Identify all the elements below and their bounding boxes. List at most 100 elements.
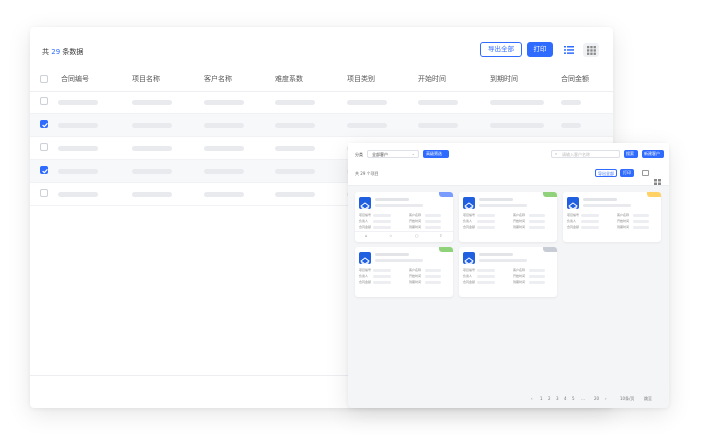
row-checkbox[interactable] [40, 143, 48, 151]
filter-select-value: 全部客户 [372, 152, 388, 157]
status-badge [439, 247, 453, 252]
pager-page[interactable]: 4 [564, 396, 567, 401]
cell-placeholder [561, 100, 581, 105]
table-row[interactable] [30, 114, 613, 137]
select-all-checkbox[interactable] [40, 75, 48, 83]
cell-placeholder [490, 123, 544, 128]
share-icon[interactable]: ⇪ [439, 233, 442, 238]
pager-page[interactable]: 3 [556, 396, 559, 401]
card-print-button[interactable]: 打印 [620, 169, 634, 177]
grid-view-icon[interactable] [654, 170, 661, 185]
card-print-label: 打印 [623, 170, 631, 175]
advanced-filter-button[interactable]: 高级筛选 [423, 150, 449, 158]
field-value-placeholder [529, 226, 545, 229]
cell-placeholder [132, 146, 172, 151]
page-size-select[interactable]: 10条/页 [620, 396, 634, 402]
column-header[interactable]: 项目名称 [132, 74, 160, 84]
field-value-placeholder [581, 226, 599, 229]
row-checkbox[interactable] [40, 97, 48, 105]
cell-placeholder [347, 100, 387, 105]
field-value-placeholder [529, 214, 545, 217]
card-subtitle-placeholder [479, 204, 527, 207]
card-subtitle-placeholder [375, 204, 423, 207]
card-export-label: 导出全部 [598, 171, 614, 176]
field-label: 项目编号 [359, 213, 372, 217]
pager-prev[interactable]: ‹ [531, 396, 533, 401]
check-icon [42, 168, 48, 174]
row-checkbox[interactable] [40, 120, 48, 128]
cell-placeholder [204, 100, 244, 105]
pager-page[interactable]: 20 [594, 396, 599, 401]
cell-placeholder [275, 100, 315, 105]
field-value-placeholder [633, 214, 649, 217]
field-label: 开始时间 [513, 219, 526, 223]
column-header[interactable]: 难度系数 [275, 74, 303, 84]
project-card[interactable]: 项目编号 客户名称 负责人 开始时间 合同金额 到期时间 [459, 247, 557, 297]
field-value-placeholder [425, 281, 441, 284]
pager-next[interactable]: › [605, 396, 607, 401]
column-header[interactable]: 客户名称 [204, 74, 232, 84]
project-logo-icon [463, 252, 475, 266]
card-view-toolbar: 分类 全部客户 ⌄ 高级筛选 ⌕ 请输入客户名称 搜索 新建客户 共 29 个项… [348, 143, 669, 186]
column-header[interactable]: 到期时间 [490, 74, 518, 84]
field-value-placeholder [477, 226, 495, 229]
card-count-text: 共 29 个项目 [355, 171, 379, 176]
pager-page[interactable]: 1 [540, 396, 543, 401]
cell-placeholder [132, 123, 172, 128]
list-view-icon[interactable] [561, 43, 577, 57]
field-label: 合同金额 [463, 280, 476, 284]
cell-placeholder [58, 123, 98, 128]
card-title-placeholder [375, 253, 409, 256]
field-value-placeholder [373, 269, 391, 272]
card-divider [355, 231, 453, 232]
field-value-placeholder [373, 214, 391, 217]
field-label: 项目编号 [567, 213, 580, 217]
project-card[interactable]: 项目编号 客户名称 负责人 开始时间 合同金额 到期时间 [563, 192, 661, 242]
card-subtitle-placeholder [479, 259, 527, 262]
field-label: 项目编号 [463, 268, 476, 272]
column-header[interactable]: 合同编号 [61, 74, 89, 84]
cell-placeholder [275, 146, 315, 151]
view-icon[interactable]: ⌂ [365, 233, 368, 238]
search-placeholder: 请输入客户名称 [562, 152, 590, 157]
column-header[interactable]: 项目类别 [347, 74, 375, 84]
comment-icon[interactable]: ○ [415, 233, 419, 238]
pager-page[interactable]: 5 [572, 396, 575, 401]
pager-page[interactable]: 2 [548, 396, 551, 401]
filter-select[interactable]: 全部客户 ⌄ [367, 150, 419, 158]
field-label: 到期时间 [513, 280, 526, 284]
search-input[interactable]: ⌕ 请输入客户名称 [551, 150, 620, 158]
search-icon: ⌕ [555, 151, 558, 156]
card-subtitle-placeholder [375, 259, 423, 262]
field-value-placeholder [373, 275, 391, 278]
field-value-placeholder [373, 220, 391, 223]
search-button-label: 搜索 [626, 151, 634, 156]
row-checkbox[interactable] [40, 166, 48, 174]
grid-view-icon[interactable] [583, 43, 599, 57]
print-button[interactable]: 打印 [527, 42, 553, 57]
new-customer-button[interactable]: 新建客户 [642, 150, 664, 158]
column-header[interactable]: 开始时间 [418, 74, 446, 84]
field-label: 到期时间 [409, 225, 422, 229]
column-header[interactable]: 合同金额 [561, 74, 589, 84]
new-customer-label: 新建客户 [644, 151, 660, 156]
field-label: 开始时间 [513, 274, 526, 278]
row-checkbox[interactable] [40, 189, 48, 197]
card-export-button[interactable]: 导出全部 [595, 169, 617, 177]
card-title-placeholder [375, 198, 409, 201]
pager-jump[interactable]: 跳至 [644, 396, 652, 402]
star-icon[interactable]: ☆ [389, 233, 393, 238]
project-card[interactable]: 项目编号 客户名称 负责人 开始时间 合同金额 到期时间 ⌂ ☆ ○ ⇪ [355, 192, 453, 242]
project-card[interactable]: 项目编号 客户名称 负责人 开始时间 合同金额 到期时间 [355, 247, 453, 297]
project-logo-icon [359, 197, 371, 211]
cell-placeholder [204, 123, 244, 128]
field-label: 到期时间 [409, 280, 422, 284]
search-button[interactable]: 搜索 [624, 150, 638, 158]
field-label: 项目编号 [359, 268, 372, 272]
export-all-button[interactable]: 导出全部 [480, 42, 522, 57]
project-card[interactable]: 项目编号 客户名称 负责人 开始时间 合同金额 到期时间 [459, 192, 557, 242]
cell-placeholder [275, 192, 315, 197]
list-view-icon[interactable] [642, 170, 649, 176]
table-row[interactable] [30, 91, 613, 114]
field-label: 合同金额 [359, 225, 372, 229]
